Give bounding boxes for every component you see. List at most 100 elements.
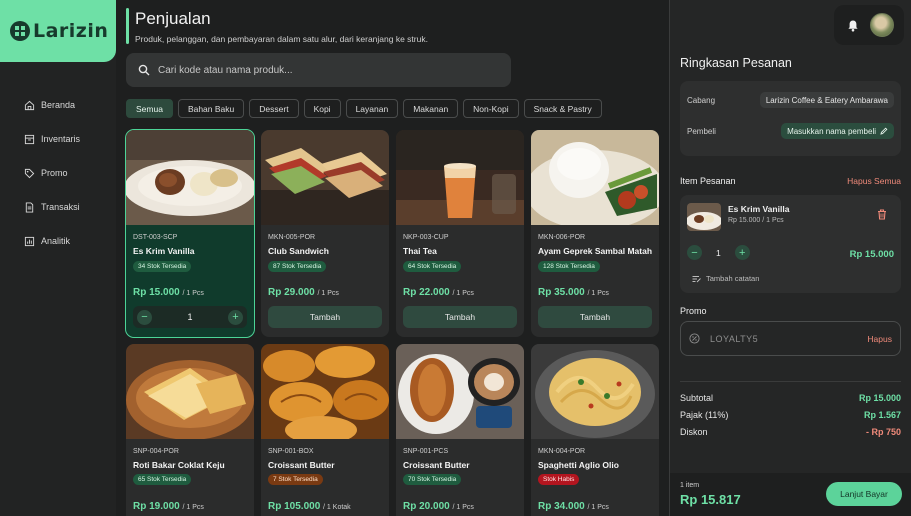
stock-badge: 128 Stok Tersedia [538,261,600,272]
category-chip-kopi[interactable]: Kopi [303,99,341,118]
search-bar[interactable] [126,53,511,87]
product-card[interactable]: SNP-004-POR Roti Bakar Coklat Keju 65 St… [126,344,254,516]
product-image [531,130,659,225]
product-card[interactable]: SNP-001-PCS Croissant Butter 70 Stok Ter… [396,344,524,516]
branch-label: Cabang [687,96,716,105]
product-image [126,130,254,225]
product-code: SNP-001-PCS [403,448,449,455]
branch-select[interactable]: Larizin Coffee & Eatery Ambarawa [759,92,894,108]
category-chip-bahan-baku[interactable]: Bahan Baku [177,99,245,118]
category-chip-semua[interactable]: Semua [126,99,173,118]
product-image [396,130,524,225]
cart-item-price: Rp 15.000 [849,249,894,260]
discount-value: - Rp 750 [865,427,901,437]
add-to-cart-button[interactable]: Tambah [268,306,382,328]
product-name: Thai Tea [403,246,437,256]
category-chip-snack-pastry[interactable]: Snack & Pastry [523,99,602,118]
cart-quantity-stepper: − 1 + [687,245,750,260]
price-value: Rp 34.000 [538,501,585,512]
product-image [396,344,524,439]
add-to-cart-button[interactable]: Tambah [538,306,652,328]
clear-all-button[interactable]: Hapus Semua [847,176,901,186]
add-to-cart-button[interactable]: Tambah [403,306,517,328]
sidebar-item-analitik[interactable]: Analitik [0,224,116,258]
brand-logo[interactable]: Larizin [0,0,116,62]
buyer-label: Pembeli [687,127,716,136]
product-card[interactable]: MKN-004-POR Spaghetti Aglio Olio Stok Ha… [531,344,659,516]
product-price: Rp 29.000 / 1 Pcs [268,287,339,298]
price-value: Rp 15.000 [133,287,180,298]
promo-field[interactable]: LOYALTY5 Hapus [680,321,901,356]
product-name: Ayam Geprek Sambal Matah [538,246,653,256]
quantity-value: 1 [187,312,193,322]
sidebar-item-inventaris[interactable]: Inventaris [0,122,116,156]
price-unit: / 1 Pcs [182,504,204,511]
cart-item-unit-price: Rp 15.000 / 1 Pcs [728,217,784,224]
stock-badge: 34 Stok Tersedia [133,261,192,272]
product-name: Croissant Butter [403,460,470,470]
product-image [126,344,254,439]
sidebar-item-label: Analitik [41,236,71,246]
bell-icon[interactable] [847,19,859,32]
category-chip-non-kopi[interactable]: Non-Kopi [463,99,519,118]
stock-badge: 7 Stok Tersedia [268,474,323,485]
price-value: Rp 22.000 [403,287,450,298]
tag-icon [24,168,35,178]
price-value: Rp 29.000 [268,287,315,298]
product-code: MKN-006-POR [538,234,586,241]
sidebar-item-promo[interactable]: Promo [0,156,116,190]
buyer-name-button[interactable]: Masukkan nama pembeli [781,123,894,139]
chart-icon [24,236,35,246]
category-chip-layanan[interactable]: Layanan [345,99,399,118]
stock-badge: 65 Stok Tersedia [133,474,192,485]
sidebar-item-label: Inventaris [41,134,81,144]
increase-button[interactable]: + [734,245,750,260]
price-unit: / 1 Pcs [452,504,474,511]
order-info-box: Cabang Larizin Coffee & Eatery Ambarawa … [680,81,901,156]
product-code: MKN-005-POR [268,234,316,241]
add-note-button[interactable]: Tambah catatan [692,274,759,283]
sidebar: Larizin Beranda Inventaris Promo Transak… [0,0,116,516]
continue-payment-button[interactable]: Lanjut Bayar [826,482,902,506]
sidebar-nav: Beranda Inventaris Promo Transaksi Anali… [0,88,116,258]
top-actions [834,5,904,45]
cart-quantity-value: 1 [716,247,721,258]
trash-icon[interactable] [877,209,887,220]
page-subtitle: Produk, pelanggan, dan pembayaran dalam … [135,34,428,44]
product-card[interactable]: NKP-003-CUP Thai Tea 64 Stok Tersedia Rp… [396,130,524,337]
brand-name: Larizin [33,20,109,42]
product-price: Rp 35.000 / 1 Pcs [538,287,609,298]
product-code: NKP-003-CUP [403,234,449,241]
category-chip-makanan[interactable]: Makanan [403,99,459,118]
decrease-button[interactable]: − [687,245,702,260]
remove-promo-button[interactable]: Hapus [867,334,892,344]
avatar[interactable] [870,13,894,37]
product-price: Rp 105.000 / 1 Kotak [268,501,351,512]
discount-icon [689,333,700,344]
search-input[interactable] [158,64,488,76]
decrease-button[interactable]: − [137,309,152,325]
product-card[interactable]: SNP-001-BOX Croissant Butter 7 Stok Ters… [261,344,389,516]
product-price: Rp 19.000 / 1 Pcs [133,501,204,512]
price-unit: / 1 Kotak [323,504,351,511]
category-chip-dessert[interactable]: Dessert [249,99,299,118]
product-card[interactable]: DST-003-SCP Es Krim Vanilla 34 Stok Ters… [125,129,255,338]
summary-title: Ringkasan Pesanan [680,56,792,70]
quantity-stepper: − 1 + [133,306,247,328]
cart-item: Es Krim Vanilla Rp 15.000 / 1 Pcs − 1 + … [680,195,901,293]
product-card[interactable]: MKN-006-POR Ayam Geprek Sambal Matah 128… [531,130,659,337]
title-accent [126,8,129,44]
price-unit: / 1 Pcs [317,290,339,297]
increase-button[interactable]: + [227,309,243,325]
product-card[interactable]: MKN-005-POR Club Sandwich 87 Stok Tersed… [261,130,389,337]
price-value: Rp 105.000 [268,501,321,512]
buyer-button-label: Masukkan nama pembeli [787,126,876,136]
sidebar-item-transaksi[interactable]: Transaksi [0,190,116,224]
sidebar-item-beranda[interactable]: Beranda [0,88,116,122]
product-image [261,344,389,439]
note-icon [692,275,701,282]
search-icon [138,64,150,76]
product-code: SNP-001-BOX [268,448,314,455]
product-name: Es Krim Vanilla [133,246,195,256]
product-name: Croissant Butter [268,460,335,470]
